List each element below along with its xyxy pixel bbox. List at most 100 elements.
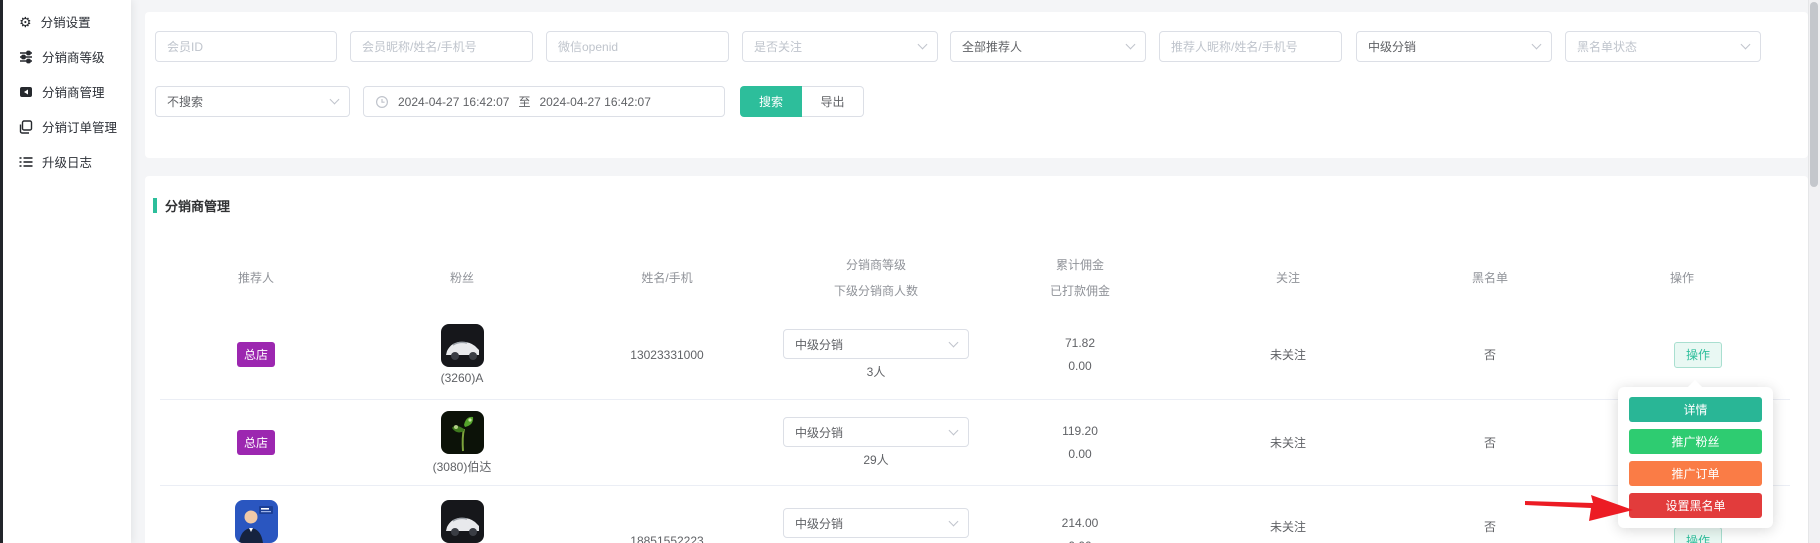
cell-level: 中级分销 (762, 486, 990, 543)
sidebar-item-distribution-orders[interactable]: 分销订单管理 (3, 109, 131, 144)
title-accent-bar (153, 198, 157, 213)
promote-orders-button[interactable]: 推广订单 (1629, 461, 1762, 486)
header-action: 操作 (1574, 245, 1790, 310)
row-level-select[interactable]: 中级分销 (783, 417, 969, 447)
detail-button[interactable]: 详情 (1629, 397, 1762, 422)
date-range-picker[interactable]: 2024-04-27 16:42:07 至 2024-04-27 16:42:0… (363, 86, 725, 117)
phone-number: 18851552223 (630, 534, 703, 543)
sidebar-item-distributor-management[interactable]: 分销商管理 (3, 74, 131, 109)
header-fans: 粉丝 (352, 245, 572, 310)
cell-commission: 71.82 0.00 (990, 310, 1170, 399)
header-name-phone: 姓名/手机 (572, 245, 762, 310)
fan-name: (3080)伯达 (433, 458, 492, 475)
member-name-input[interactable] (362, 40, 521, 54)
cell-follow: 未关注 (1170, 400, 1406, 485)
row-level-value: 中级分销 (795, 515, 843, 532)
sidebar-item-label: 分销商管理 (42, 82, 105, 101)
table-row: 总店 (3080)伯达 中级分销 (160, 400, 1790, 486)
date-range-end: 2024-04-27 16:42:07 (539, 95, 650, 109)
paid-commission: 0.00 (1068, 443, 1091, 466)
clock-icon (375, 95, 389, 109)
action-button[interactable]: 操作 (1674, 342, 1722, 368)
table-row: 总店 (3260)A 13023331000 中级分销 3人 (160, 310, 1790, 400)
header-commission: 累计佣金 已打款佣金 (990, 245, 1170, 310)
referrer-badge: 总店 (237, 430, 275, 455)
chevron-down-icon (330, 95, 340, 105)
chevron-down-icon (949, 337, 959, 347)
paid-commission: 0.00 (1068, 535, 1091, 543)
blacklist-status: 否 (1484, 434, 1496, 451)
cell-follow: 未关注 (1170, 310, 1406, 399)
sidebar-item-label: 升级日志 (42, 152, 92, 171)
chevron-down-icon (949, 516, 959, 526)
cell-level: 中级分销 3人 (762, 310, 990, 399)
red-annotation-arrow (1515, 488, 1640, 523)
referrer-select[interactable]: 全部推荐人 (950, 31, 1146, 62)
chevron-down-icon (1126, 40, 1136, 50)
follow-status: 未关注 (1270, 434, 1306, 451)
member-id-input[interactable] (167, 40, 325, 54)
cell-blacklist: 否 (1406, 310, 1574, 399)
date-range-start: 2024-04-27 16:42:07 (398, 95, 509, 109)
referrer-badge: 总店 (237, 342, 275, 367)
promote-fans-button[interactable]: 推广粉丝 (1629, 429, 1762, 454)
person-avatar-image (235, 500, 278, 543)
header-level-line2: 下级分销商人数 (834, 278, 918, 304)
copy-icon (19, 120, 33, 134)
chevron-down-icon (1741, 40, 1751, 50)
fan-name: (3260)A (441, 371, 484, 385)
date-range-separator: 至 (518, 93, 530, 110)
cell-follow: 未关注 (1170, 486, 1406, 543)
cell-phone (572, 400, 762, 485)
search-button[interactable]: 搜索 (740, 86, 802, 117)
blacklist-status-select[interactable]: 黑名单状态 (1565, 31, 1761, 62)
blacklist-status: 否 (1484, 346, 1496, 363)
sidebar-item-label: 分销订单管理 (42, 117, 117, 136)
total-commission: 119.20 (1062, 420, 1098, 443)
action-button[interactable]: 操作 (1674, 527, 1722, 543)
sidebar-item-distributor-level[interactable]: 分销商等级 (3, 39, 131, 74)
chevron-down-icon (949, 425, 959, 435)
scrollbar-track[interactable] (1808, 0, 1820, 543)
openid-input[interactable] (558, 40, 717, 54)
search-type-select-value: 不搜索 (167, 93, 203, 110)
member-name-input-wrap (350, 31, 533, 62)
total-commission: 71.82 (1065, 332, 1095, 355)
cell-fan (352, 486, 572, 543)
search-type-select[interactable]: 不搜索 (155, 86, 350, 117)
row-level-select[interactable]: 中级分销 (783, 329, 969, 359)
follow-status: 未关注 (1270, 518, 1306, 535)
chevron-down-icon (918, 40, 928, 50)
cell-fan: (3260)A (352, 310, 572, 399)
page-title: 分销商管理 (165, 196, 230, 215)
paid-commission: 0.00 (1068, 355, 1091, 378)
referrer-select-value: 全部推荐人 (962, 38, 1022, 55)
phone-number: 13023331000 (630, 348, 703, 362)
gear-icon: ⚙ (19, 15, 32, 29)
follow-status: 未关注 (1270, 346, 1306, 363)
scrollbar-thumb[interactable] (1810, 2, 1818, 187)
level-select[interactable]: 中级分销 (1356, 31, 1552, 62)
sidebar-item-upgrade-log[interactable]: 升级日志 (3, 144, 131, 179)
total-commission: 214.00 (1062, 512, 1099, 535)
cell-referrer: 总店 (160, 310, 352, 399)
referrer-name-input[interactable] (1171, 40, 1330, 54)
follow-status-select-value: 是否关注 (754, 38, 802, 55)
sub-distributor-count: 3人 (867, 363, 886, 380)
car-image (441, 324, 484, 367)
follow-status-select[interactable]: 是否关注 (742, 31, 938, 62)
cell-phone: 18851552223 (572, 486, 762, 543)
blacklist-status: 否 (1484, 518, 1496, 535)
sidebar-item-distribution-settings[interactable]: ⚙ 分销设置 (3, 4, 131, 39)
cell-phone: 13023331000 (572, 310, 762, 399)
export-button[interactable]: 导出 (802, 86, 864, 117)
plant-image (441, 411, 484, 454)
row-level-select[interactable]: 中级分销 (783, 508, 969, 538)
set-blacklist-button[interactable]: 设置黑名单 (1629, 493, 1762, 518)
car-image (441, 500, 484, 543)
header-level-line1: 分销商等级 (846, 252, 906, 278)
openid-input-wrap (546, 31, 729, 62)
distributor-management-page: ⚙ 分销设置 分销商等级 分销商管理 (0, 0, 1820, 543)
list-icon (19, 155, 33, 169)
cell-commission: 214.00 0.00 (990, 486, 1170, 543)
